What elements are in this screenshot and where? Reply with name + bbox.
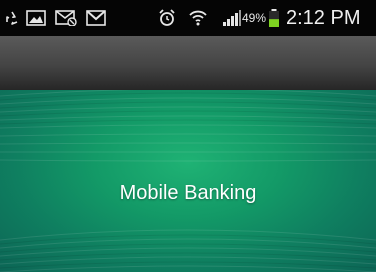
wifi-icon (188, 0, 210, 36)
gmail-icon (86, 0, 110, 36)
signal-icon (222, 0, 244, 36)
action-bar (0, 36, 376, 90)
battery-percent: 49% (242, 11, 267, 25)
battery-icon (268, 0, 280, 36)
recycle-icon (4, 0, 22, 36)
mail-muted-icon (55, 0, 79, 36)
status-bar: 49% 2:12 PM (0, 0, 376, 36)
clock: 2:12 PM (286, 7, 361, 29)
gallery-icon (26, 0, 48, 36)
alarm-icon (158, 0, 178, 36)
banner-title: Mobile Banking (119, 182, 257, 204)
banner: Mobile Banking (0, 90, 376, 272)
banner-background (0, 90, 376, 272)
